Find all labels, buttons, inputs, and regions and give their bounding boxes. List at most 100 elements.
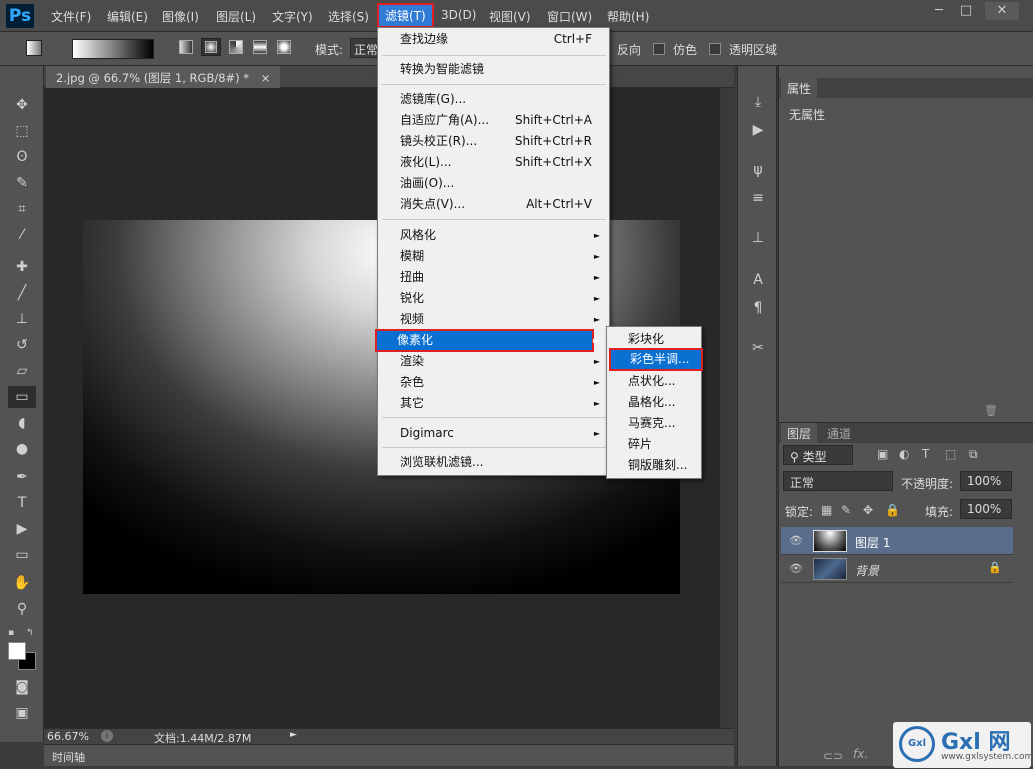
menu-3d[interactable]: 3D(D) [441, 8, 476, 22]
actions-panel-icon[interactable]: ▶ [746, 120, 770, 140]
brush-tool-icon[interactable]: ╱ [8, 282, 36, 304]
menu-item-sharpen[interactable]: 锐化 ► [379, 288, 608, 309]
zoom-level[interactable]: 66.67% [47, 730, 89, 743]
move-tool-icon[interactable]: ✥ [8, 94, 36, 116]
blur-tool-icon[interactable]: ◖ [8, 412, 36, 434]
maximize-icon[interactable]: □ [953, 2, 979, 20]
menu-item-filter-gallery[interactable]: 滤镜库(G)... [379, 89, 608, 110]
menu-item-blur[interactable]: 模糊 ► [379, 246, 608, 267]
close-window-icon[interactable]: ✕ [985, 2, 1019, 20]
menu-item-lens-correction[interactable]: 镜头校正(R)... Shift+Ctrl+R [379, 131, 608, 152]
layers-tab[interactable]: 图层 [781, 423, 818, 444]
status-menu-arrow-icon[interactable]: ► [290, 730, 297, 740]
lock-all-icon[interactable]: 🔒 [885, 503, 900, 517]
menu-help[interactable]: 帮助(H) [607, 8, 649, 25]
paragraph-panel-icon[interactable]: ¶ [746, 298, 770, 318]
pen-tool-icon[interactable]: ✒ [8, 466, 36, 488]
layer-style-icon[interactable]: fx. [853, 747, 868, 761]
foreground-color-swatch[interactable] [8, 642, 26, 660]
menu-item-video[interactable]: 视频 ► [379, 309, 608, 330]
menu-layer[interactable]: 图层(L) [216, 8, 256, 25]
menu-item-oil-paint[interactable]: 油画(O)... [379, 173, 608, 194]
menu-item-liquify[interactable]: 液化(L)... Shift+Ctrl+X [379, 152, 608, 173]
layer-name[interactable]: 背景 [855, 562, 879, 579]
default-colors-icon[interactable]: ▪ [8, 628, 20, 638]
menu-edit[interactable]: 编辑(E) [107, 8, 148, 25]
gradient-picker[interactable] [72, 39, 154, 59]
menu-item-distort[interactable]: 扭曲 ► [379, 267, 608, 288]
submenu-item-mezzotint[interactable]: 铜版雕刻... [608, 455, 700, 476]
marquee-tool-icon[interactable]: ⬚ [8, 120, 36, 142]
menu-item-adaptive-wide-angle[interactable]: 自适应广角(A)... Shift+Ctrl+A [379, 110, 608, 131]
submenu-item-mosaic[interactable]: 马赛克... [608, 413, 700, 434]
stamp-tool-icon[interactable]: ⊥ [8, 308, 36, 330]
type-tool-icon[interactable]: T [8, 492, 36, 514]
vertical-scrollbar[interactable] [720, 88, 734, 728]
hand-tool-icon[interactable]: ✋ [8, 572, 36, 594]
submenu-item-facet[interactable]: 彩块化 [608, 329, 700, 350]
menu-select[interactable]: 选择(S) [328, 8, 369, 25]
visibility-eye-icon[interactable]: 👁 [789, 534, 803, 547]
submenu-item-fragment[interactable]: 碎片 [608, 434, 700, 455]
submenu-item-color-halftone[interactable]: 彩色半调... [609, 348, 703, 371]
menu-window[interactable]: 窗口(W) [547, 8, 592, 25]
menu-item-digimarc[interactable]: Digimarc ► [379, 423, 608, 444]
lock-position-icon[interactable]: ✥ [863, 503, 873, 517]
history-brush-icon[interactable]: ↺ [8, 334, 36, 356]
filter-pixel-icon[interactable]: ▣ [877, 447, 888, 461]
gradient-tool-icon[interactable] [26, 40, 42, 56]
mode-select[interactable]: 正常 [350, 38, 378, 58]
menu-item-vanishing-point[interactable]: 消失点(V)... Alt+Ctrl+V [379, 194, 608, 215]
lasso-tool-icon[interactable]: ʘ [8, 146, 36, 168]
crop-tool-icon[interactable]: ⌗ [8, 198, 36, 220]
opacity-input[interactable]: 100% [960, 471, 1012, 491]
reflected-gradient-icon[interactable] [253, 40, 267, 54]
screen-mode-icon[interactable]: ▣ [8, 702, 36, 724]
menu-type[interactable]: 文字(Y) [272, 8, 313, 25]
visibility-eye-icon[interactable]: 👁 [789, 562, 803, 575]
angle-gradient-icon[interactable] [229, 40, 243, 54]
submenu-item-pointillize[interactable]: 点状化... [608, 371, 700, 392]
document-tab[interactable]: 2.jpg @ 66.7% (图层 1, RGB/8#) * × [46, 66, 281, 88]
layer-row-background[interactable]: 👁 背景 🔒 [781, 555, 1013, 583]
menu-item-browse-filters-online[interactable]: 浏览联机滤镜... [379, 452, 608, 473]
minimize-icon[interactable]: ─ [926, 2, 952, 20]
menu-view[interactable]: 视图(V) [489, 8, 531, 25]
filter-smart-object-icon[interactable]: ⧉ [969, 447, 978, 462]
fill-input[interactable]: 100% [960, 499, 1012, 519]
linear-gradient-icon[interactable] [179, 40, 193, 54]
brush-presets-icon[interactable]: ≡ [746, 188, 770, 208]
radial-gradient-button[interactable] [201, 38, 221, 56]
close-tab-icon[interactable]: × [261, 71, 271, 85]
swap-colors-icon[interactable]: ↰ [26, 628, 38, 638]
transparency-checkbox[interactable] [709, 43, 721, 55]
gradient-tool-icon[interactable]: ▭ [8, 386, 36, 408]
lock-pixels-icon[interactable]: ✎ [841, 503, 851, 517]
zoom-tool-icon[interactable]: ⚲ [8, 598, 36, 620]
menu-item-other[interactable]: 其它 ► [379, 393, 608, 414]
menu-item-find-edges[interactable]: 查找边缘 Ctrl+F [379, 29, 608, 50]
menu-item-noise[interactable]: 杂色 ► [379, 372, 608, 393]
link-layers-icon[interactable]: ⊂⊃ [823, 749, 843, 763]
dodge-tool-icon[interactable]: ● [8, 438, 36, 460]
channels-tab[interactable]: 通道 [821, 423, 857, 444]
brush-panel-icon[interactable]: ψ [746, 160, 770, 180]
clone-source-icon[interactable]: ⊥ [746, 228, 770, 248]
eyedropper-tool-icon[interactable]: ⁄ [8, 224, 36, 246]
diamond-gradient-icon[interactable] [277, 40, 291, 54]
history-panel-icon[interactable]: ⤓ [746, 92, 770, 112]
properties-tab[interactable]: 属性 [781, 78, 818, 99]
menu-item-stylize[interactable]: 风格化 ► [379, 225, 608, 246]
submenu-item-crystallize[interactable]: 晶格化... [608, 392, 700, 413]
filter-type-icon[interactable]: T [922, 447, 929, 461]
tool-presets-icon[interactable]: ✂ [746, 338, 770, 358]
timeline-tab[interactable]: 时间轴 [52, 749, 85, 765]
menu-filter[interactable]: 滤镜(T) [377, 3, 434, 28]
menu-file[interactable]: 文件(F) [51, 8, 91, 25]
healing-brush-icon[interactable]: ✚ [8, 256, 36, 278]
character-panel-icon[interactable]: A [746, 270, 770, 290]
dither-checkbox[interactable] [653, 43, 665, 55]
path-select-icon[interactable]: ▶ [8, 518, 36, 540]
eraser-tool-icon[interactable]: ▱ [8, 360, 36, 382]
quick-select-tool-icon[interactable]: ✎ [8, 172, 36, 194]
